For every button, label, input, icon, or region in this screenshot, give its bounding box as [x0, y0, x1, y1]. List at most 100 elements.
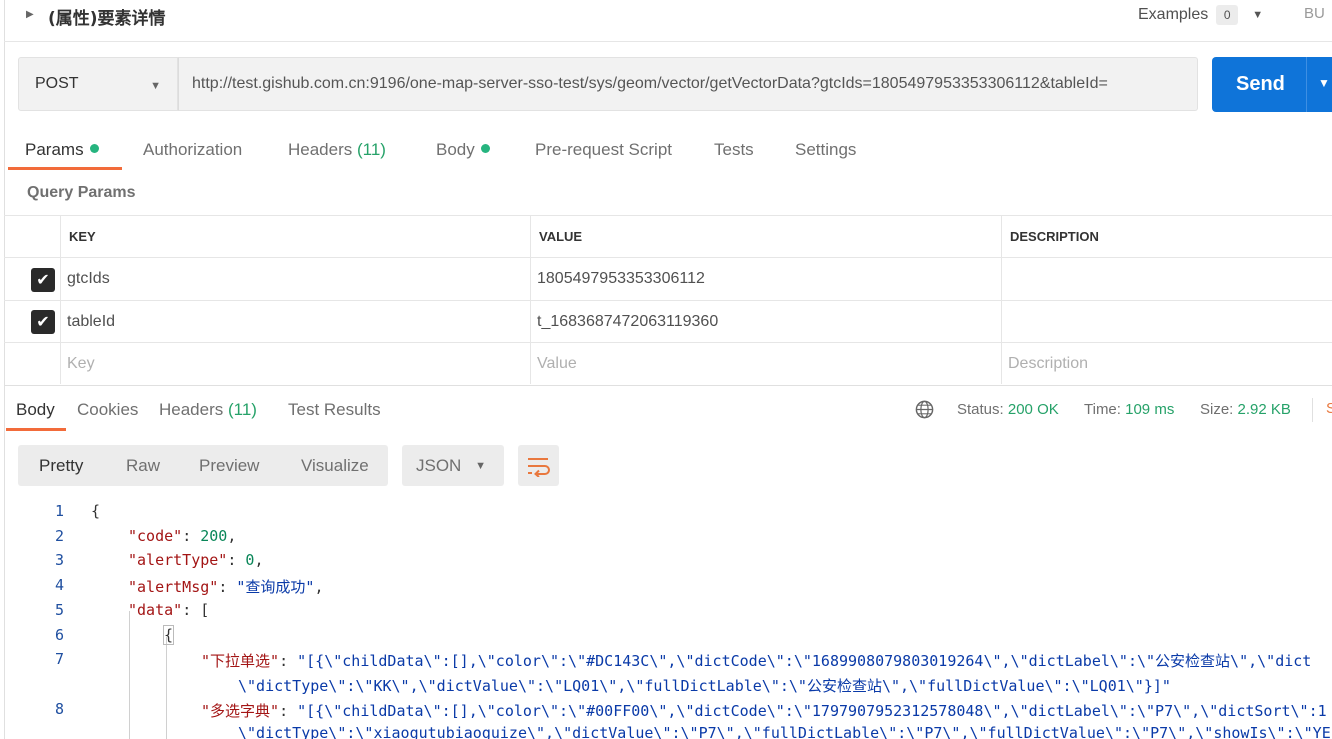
json-string: "查询成功" — [236, 578, 315, 596]
json-string: "[{\"childData\":[],\"color\":\"#DC143C\… — [297, 652, 1312, 670]
row-checkbox[interactable]: ✔ — [31, 268, 55, 292]
send-options-chevron-icon[interactable]: ▼ — [1318, 76, 1330, 90]
send-button[interactable]: Send — [1212, 57, 1332, 112]
view-raw-button[interactable]: Raw — [126, 456, 160, 476]
tab-count: (11) — [357, 140, 386, 159]
line-number: 5 — [54, 601, 64, 619]
examples-label: Examples — [1138, 6, 1209, 23]
bulk-edit-link[interactable]: BU — [1304, 5, 1325, 22]
status-dot-icon — [89, 144, 99, 153]
value-cell[interactable]: t_1683687472063119360 — [530, 301, 1001, 342]
response-body-code[interactable]: 1 { 2 "code": 200, 3 "alertType": 0, 4 "… — [4, 499, 1332, 739]
line-number: 2 — [54, 527, 64, 545]
status-divider — [1312, 398, 1313, 422]
expand-caret-icon[interactable]: ▶ — [26, 9, 34, 20]
status-label: Status: — [957, 401, 1004, 418]
description-cell[interactable] — [1001, 301, 1332, 342]
method-value: POST — [35, 75, 79, 92]
tab-pre-request-script[interactable]: Pre-request Script — [535, 140, 672, 160]
tab-label: Params — [25, 140, 84, 159]
response-tab-body[interactable]: Body — [16, 400, 55, 420]
code-text: { — [162, 625, 175, 645]
size-value: 2.92 KB — [1237, 401, 1291, 418]
value-cell[interactable]: 1805497953353306112 — [530, 258, 1001, 300]
key-cell[interactable]: tableId — [60, 301, 531, 342]
view-preview-button[interactable]: Preview — [199, 456, 259, 476]
json-key: "alertMsg" — [128, 578, 219, 596]
json-bracket: [ — [200, 601, 210, 619]
code-text: "下拉单选": "[{\"childData\":[],\"color\":\"… — [201, 652, 1312, 670]
code-line-wrapped: \"dictType\":\"KK\",\"dictValue\":\"LQ01… — [4, 672, 1332, 697]
key-cell[interactable]: gtcIds — [60, 258, 531, 300]
code-text: "alertType": 0, — [128, 551, 264, 569]
code-line: 1 { — [4, 499, 1332, 524]
size-indicator[interactable]: Size: 2.92 KB — [1200, 401, 1291, 418]
tab-params[interactable]: Params — [25, 140, 99, 160]
examples-dropdown[interactable]: Examples 0 ▼ — [1138, 5, 1263, 25]
json-number: 200 — [200, 527, 228, 545]
line-number: 4 — [54, 576, 64, 594]
code-text: "alertMsg": "查询成功", — [128, 578, 324, 596]
request-header: ▶ (属性)要素详情 Examples 0 ▼ BU — [4, 0, 1332, 42]
description-placeholder[interactable]: Description — [1001, 343, 1332, 384]
response-tab-cookies[interactable]: Cookies — [77, 400, 138, 420]
code-text: { — [91, 502, 101, 520]
size-label: Size: — [1200, 401, 1234, 418]
tab-tests[interactable]: Tests — [714, 140, 754, 160]
url-input[interactable]: http://test.gishub.com.cn:9196/one-map-s… — [178, 57, 1198, 111]
code-text: "data": [ — [128, 601, 210, 619]
value-placeholder[interactable]: Value — [530, 343, 1001, 384]
tab-label: Headers — [159, 400, 224, 419]
response-tab-headers[interactable]: Headers (11) — [159, 400, 257, 420]
view-mode-group: Pretty Raw Preview Visualize — [18, 445, 388, 486]
method-select[interactable]: POST ▼ — [18, 57, 178, 111]
response-tab-test-results[interactable]: Test Results — [288, 400, 381, 420]
code-line: 2 "code": 200, — [4, 524, 1332, 549]
active-tab-indicator — [8, 167, 122, 170]
table-header-row: KEY VALUE DESCRIPTION — [4, 215, 1332, 257]
tab-count: (11) — [228, 400, 257, 419]
wrap-lines-button[interactable] — [518, 445, 559, 486]
chevron-down-icon: ▼ — [1252, 9, 1264, 21]
line-number: 6 — [54, 626, 64, 644]
tab-headers[interactable]: Headers (11) — [288, 140, 386, 160]
description-cell[interactable] — [1001, 258, 1332, 300]
globe-icon[interactable] — [914, 399, 935, 420]
json-key: "data" — [128, 601, 183, 619]
examples-count-badge: 0 — [1216, 5, 1239, 25]
request-tabs: Params Authorization Headers (11) Body P… — [4, 133, 1104, 171]
key-column-header: KEY — [60, 216, 531, 257]
active-response-tab-indicator — [6, 428, 66, 431]
line-number: 7 — [54, 650, 64, 668]
code-text: \"dictType\":\"KK\",\"dictValue\":\"LQ01… — [238, 677, 1171, 695]
json-key: "alertType" — [128, 551, 228, 569]
time-indicator[interactable]: Time: 109 ms — [1084, 401, 1174, 418]
code-line: 5 "data": [ — [4, 598, 1332, 623]
json-key: "多选字典" — [201, 702, 280, 720]
key-placeholder[interactable]: Key — [60, 343, 531, 384]
code-text: "code": 200, — [128, 527, 237, 545]
code-text: "多选字典": "[{\"childData\":[],\"color\":\"… — [201, 702, 1327, 720]
chevron-down-icon: ▼ — [475, 460, 486, 472]
row-checkbox[interactable]: ✔ — [31, 310, 55, 334]
description-column-header: DESCRIPTION — [1001, 216, 1332, 257]
view-visualize-button[interactable]: Visualize — [301, 456, 369, 476]
tab-body[interactable]: Body — [436, 140, 490, 160]
time-value: 109 ms — [1125, 401, 1175, 418]
save-response-link[interactable]: S — [1326, 400, 1332, 417]
format-select[interactable]: JSON ▼ — [402, 445, 504, 486]
code-text: \"dictType\":\"xiaogutubiaoguize\",\"dic… — [238, 724, 1331, 739]
code-line: 6 { — [4, 623, 1332, 648]
tab-authorization[interactable]: Authorization — [143, 140, 242, 160]
table-row-new: Key Value Description — [4, 342, 1332, 384]
view-pretty-button[interactable]: Pretty — [39, 456, 83, 476]
request-name[interactable]: (属性)要素详情 — [48, 4, 166, 29]
tab-settings[interactable]: Settings — [795, 140, 856, 160]
status-indicator[interactable]: Status: 200 OK — [957, 401, 1059, 418]
query-params-title: Query Params — [27, 184, 136, 201]
tab-label: Body — [436, 140, 475, 159]
response-divider — [4, 385, 1332, 386]
json-key: "code" — [128, 527, 183, 545]
line-number: 1 — [54, 502, 64, 520]
header-label: KEY — [69, 229, 96, 244]
